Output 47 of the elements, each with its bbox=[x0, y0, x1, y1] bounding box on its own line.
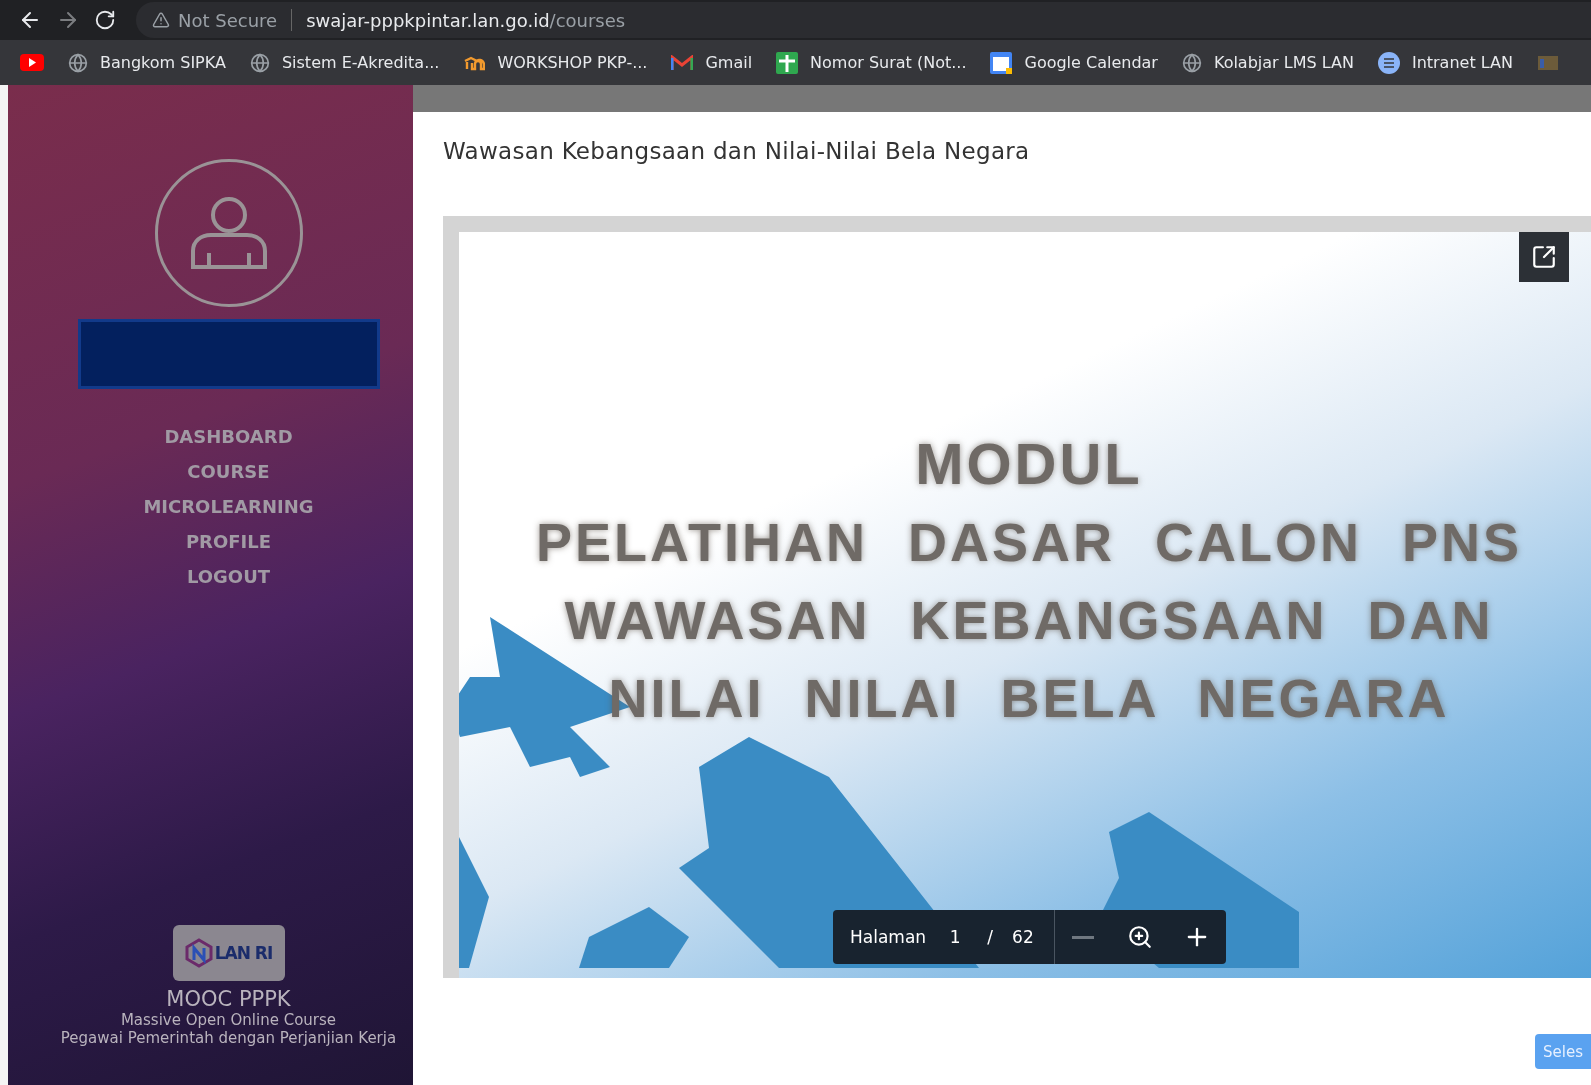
calendar-icon bbox=[990, 51, 1013, 74]
page-number-field[interactable]: 1 bbox=[942, 927, 969, 947]
globe-icon bbox=[68, 52, 88, 73]
bookmark[interactable]: Kolabjar LMS LAN bbox=[1181, 52, 1354, 73]
globe-icon bbox=[1181, 52, 1202, 73]
plus-sheet-icon bbox=[776, 51, 799, 74]
menu-link[interactable]: MICROLEARNING bbox=[143, 495, 314, 518]
menu-link[interactable]: PROFILE bbox=[185, 530, 272, 553]
course-title: Wawasan Kebangsaan dan Nilai-Nilai Bela Negara bbox=[443, 138, 1031, 164]
page-separator: / bbox=[986, 927, 994, 947]
logo-mark-icon bbox=[184, 938, 213, 968]
slide-heading: MODUL bbox=[915, 432, 1143, 496]
menu-link[interactable]: COURSE bbox=[187, 460, 270, 483]
url-text: swajar-pppkpintar.lan.go.id/courses bbox=[306, 9, 626, 31]
globe-icon bbox=[249, 52, 270, 73]
page-total: 62 bbox=[1012, 927, 1035, 947]
zoom-icon bbox=[1127, 924, 1154, 950]
bookmark[interactable]: Nomor Surat (Not... bbox=[776, 51, 967, 74]
slide-heading: NILAI NILAI BELA NEGARA bbox=[608, 667, 1450, 730]
menu-link[interactable]: LOGOUT bbox=[186, 565, 271, 588]
play-icon bbox=[20, 54, 44, 71]
address-bar[interactable]: Not Secure swajar-pppkpintar.lan.go.id/courses bbox=[136, 2, 1591, 38]
list-icon bbox=[1377, 51, 1400, 74]
app-tagline: Pegawai Pemerintah dengan Perjanjian Kerja bbox=[60, 1029, 397, 1047]
bookmark[interactable]: Bangkom SIPKA bbox=[68, 52, 226, 73]
minus-icon bbox=[1072, 935, 1095, 939]
bookmark[interactable]: Sistem E-Akredita... bbox=[249, 52, 440, 73]
security-label: Not Secure bbox=[178, 9, 278, 31]
app-subtitle: Massive Open Online Course bbox=[120, 1011, 337, 1029]
page-label: Halaman bbox=[849, 927, 928, 947]
warning-icon bbox=[152, 11, 170, 29]
mail-icon bbox=[671, 54, 694, 71]
slide-heading: PELATIHAN DASAR CALON PNS bbox=[536, 511, 1522, 574]
slide-heading: WAWASAN KEBANGSAAN DAN bbox=[564, 589, 1494, 652]
bookmark[interactable]: Gmail bbox=[671, 53, 753, 72]
menu-link[interactable]: DASHBOARD bbox=[164, 425, 293, 448]
app-title: MOOC PPPK bbox=[166, 987, 291, 1011]
reload-icon bbox=[94, 9, 116, 31]
logo: LAN RI bbox=[172, 925, 285, 981]
open-external-button[interactable] bbox=[1519, 232, 1569, 282]
external-link-icon bbox=[1531, 244, 1557, 270]
bookmark[interactable]: Google Calendar bbox=[990, 51, 1158, 74]
hat-icon bbox=[463, 54, 486, 71]
avatar-icon bbox=[154, 159, 303, 307]
bookmark[interactable]: WORKSHOP PKP-... bbox=[463, 53, 648, 72]
bookmark[interactable]: Intranet LAN bbox=[1377, 51, 1513, 74]
bookmark[interactable] bbox=[20, 54, 44, 71]
